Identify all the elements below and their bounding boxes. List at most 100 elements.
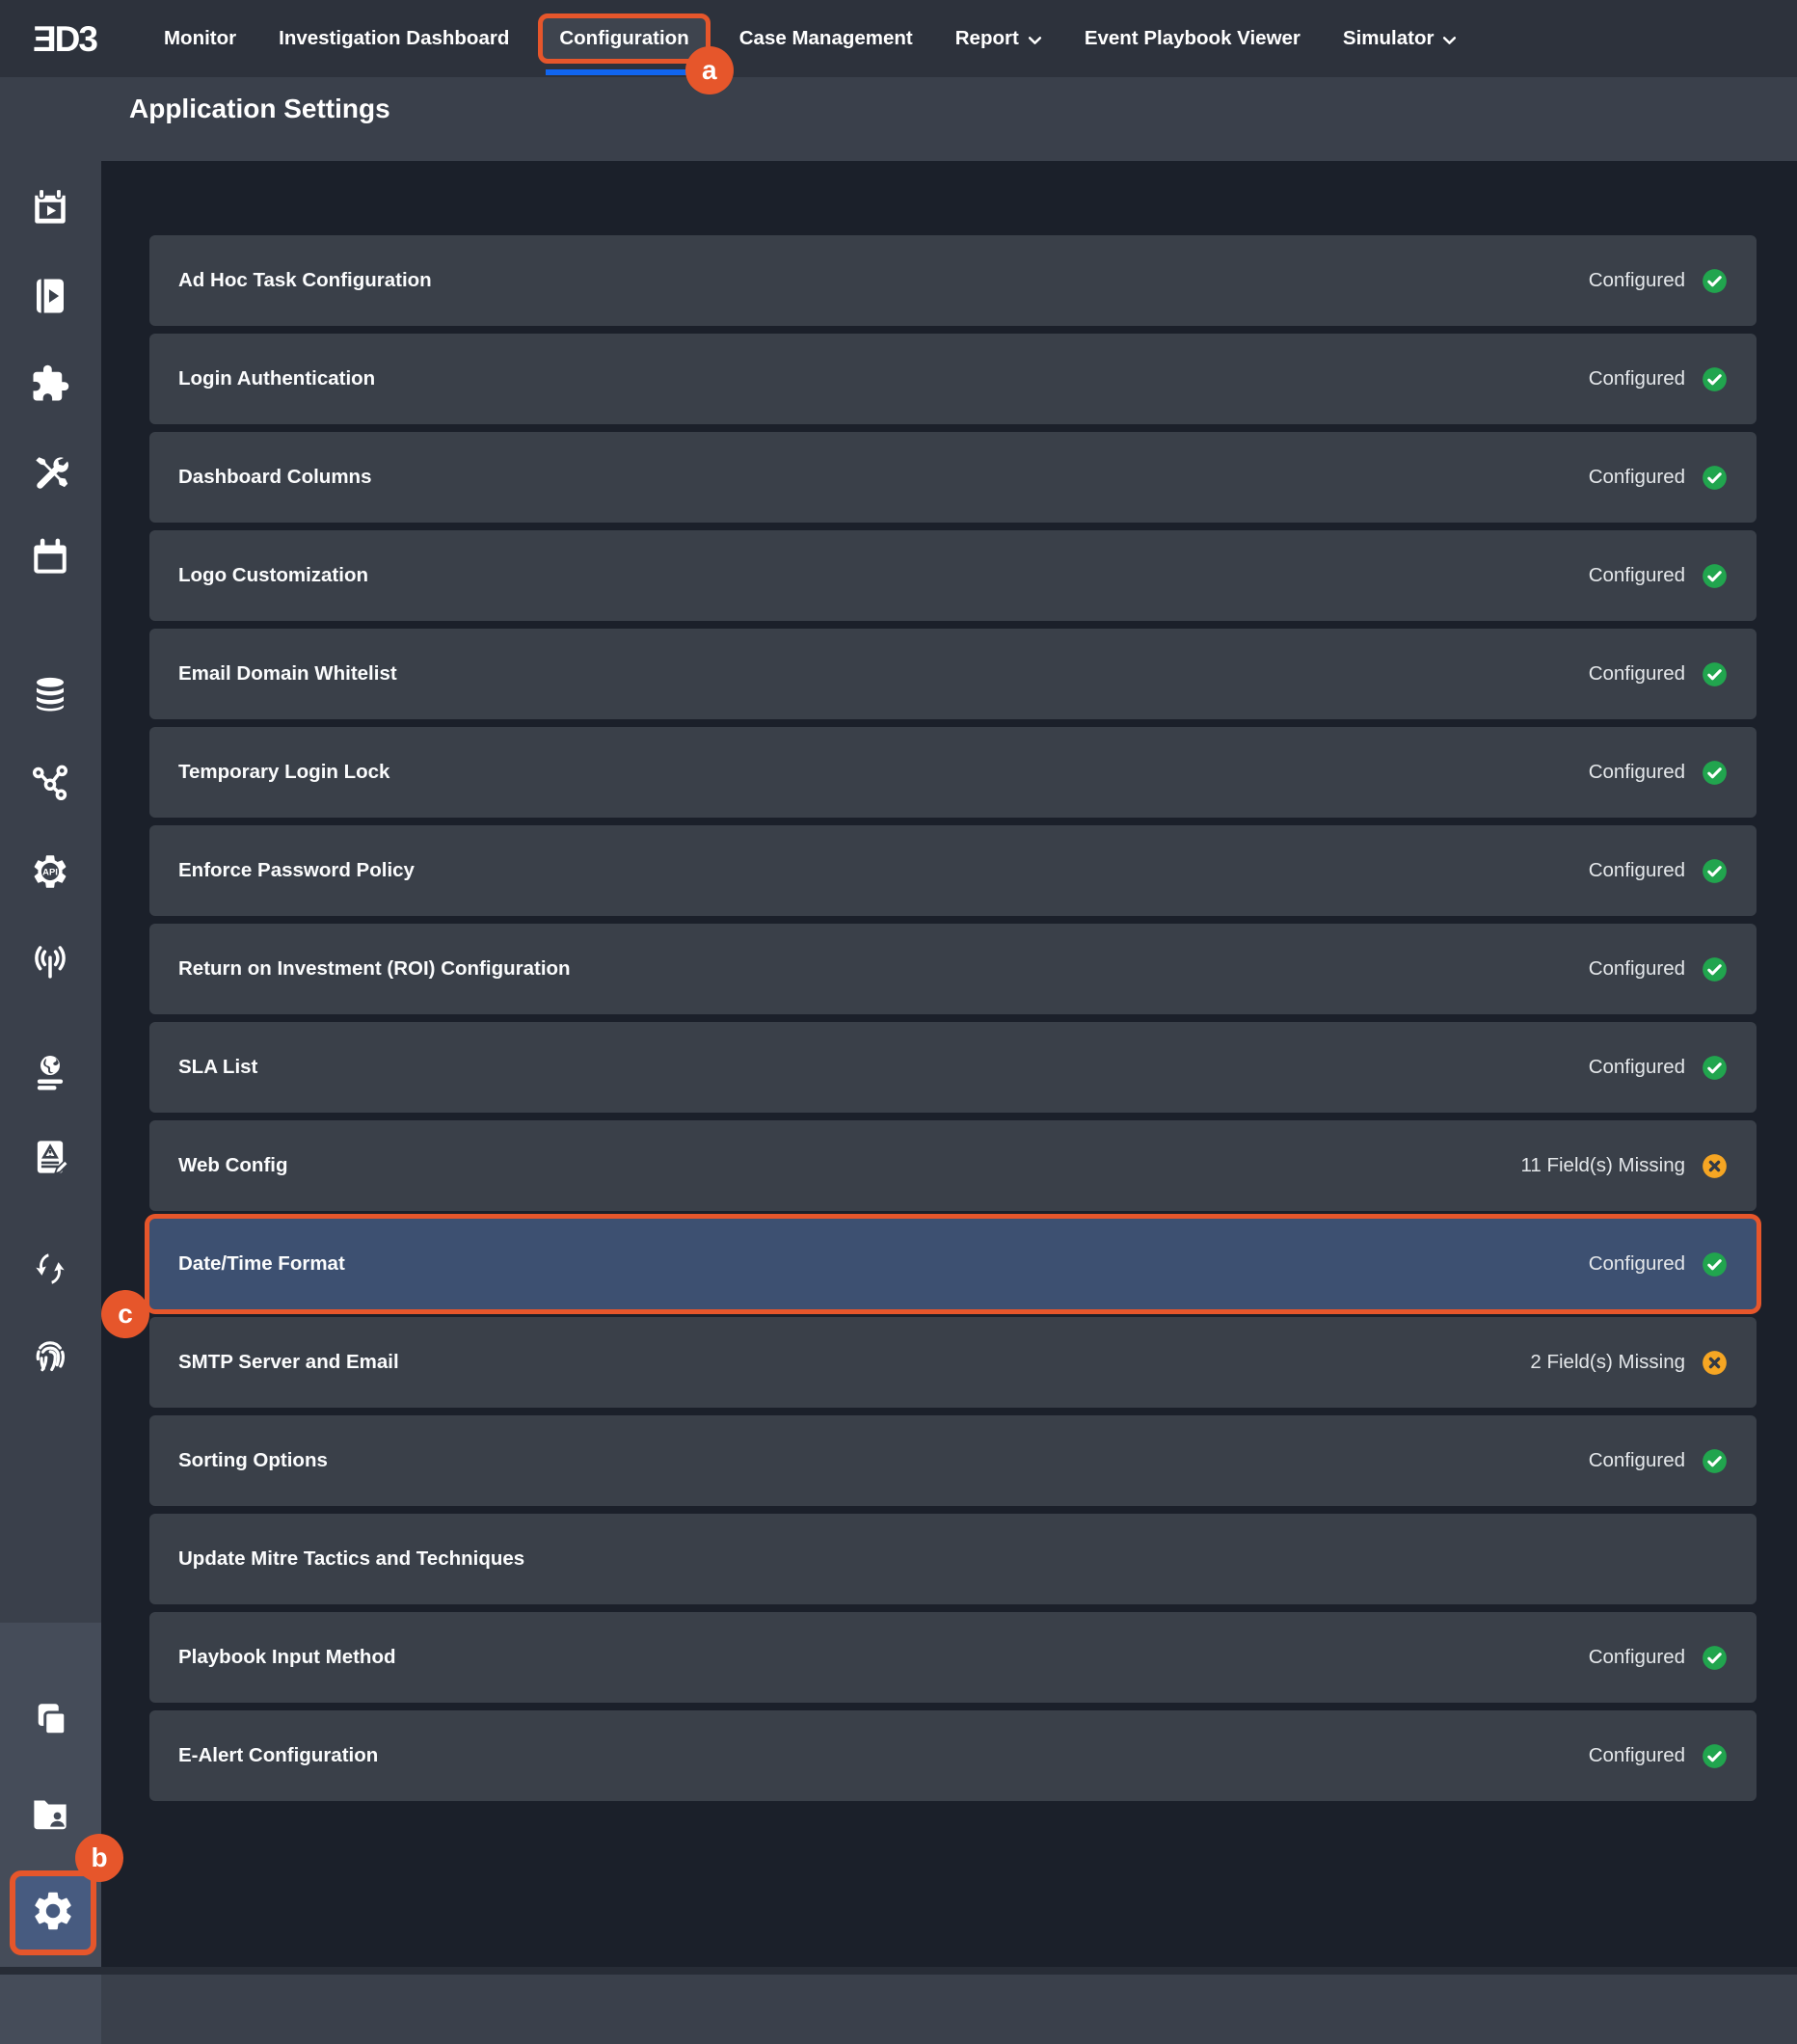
check-circle-icon xyxy=(1702,1055,1728,1081)
settings-row-e-alert-configuration[interactable]: E-Alert ConfigurationConfigured xyxy=(149,1710,1757,1801)
broadcast-icon[interactable] xyxy=(30,942,70,982)
settings-panel: Ad Hoc Task ConfigurationConfiguredLogin… xyxy=(101,161,1797,1967)
api-gear-icon[interactable]: API xyxy=(30,851,70,892)
nav-item-report[interactable]: Report xyxy=(934,27,1063,50)
calendar-icon[interactable] xyxy=(30,536,70,577)
copy-icon[interactable] xyxy=(30,1699,70,1739)
settings-row-dashboard-columns[interactable]: Dashboard ColumnsConfigured xyxy=(149,432,1757,523)
check-circle-icon xyxy=(1702,1251,1728,1278)
chevron-down-icon xyxy=(1442,36,1457,45)
status-text: Configured xyxy=(1589,1056,1685,1079)
nav-item-configuration[interactable]: Configuration xyxy=(538,13,710,64)
nav-item-event-playbook-viewer[interactable]: Event Playbook Viewer xyxy=(1063,27,1322,50)
settings-row-date-time-format[interactable]: Date/Time FormatConfiguredc xyxy=(149,1219,1757,1309)
status-text: 2 Field(s) Missing xyxy=(1530,1351,1685,1374)
status-badge: Configured xyxy=(1589,760,1728,786)
nav-item-monitor[interactable]: Monitor xyxy=(143,27,257,50)
annotation-badge-c: c xyxy=(101,1290,149,1338)
settings-row-label: Logo Customization xyxy=(178,564,368,587)
status-badge: Configured xyxy=(1589,268,1728,294)
check-circle-icon xyxy=(1702,661,1728,687)
check-circle-icon xyxy=(1702,1645,1728,1671)
status-badge: Configured xyxy=(1589,366,1728,392)
status-text: Configured xyxy=(1589,466,1685,489)
nav-item-investigation-dashboard[interactable]: Investigation Dashboard xyxy=(257,27,530,50)
nav-item-label: Case Management xyxy=(739,27,913,50)
settings-row-label: Return on Investment (ROI) Configuration xyxy=(178,957,571,981)
settings-row-sorting-options[interactable]: Sorting Options Configured xyxy=(149,1415,1757,1506)
settings-row-smtp-server-and-email[interactable]: SMTP Server and Email2 Field(s) Missing xyxy=(149,1317,1757,1408)
database-icon[interactable] xyxy=(30,674,70,714)
status-text: Configured xyxy=(1589,564,1685,587)
settings-row-logo-customization[interactable]: Logo Customization Configured xyxy=(149,530,1757,621)
settings-row-return-on-investment-roi-configuration[interactable]: Return on Investment (ROI) Configuration… xyxy=(149,924,1757,1014)
x-circle-icon xyxy=(1702,1350,1728,1376)
folder-user-icon[interactable] xyxy=(30,1793,70,1834)
share-nodes-icon[interactable] xyxy=(30,763,70,803)
check-circle-icon xyxy=(1702,268,1728,294)
puzzle-icon[interactable] xyxy=(30,363,70,404)
status-badge: Configured xyxy=(1589,956,1728,982)
settings-row-login-authentication[interactable]: Login AuthenticationConfigured xyxy=(149,334,1757,424)
top-navbar: ƎD3 Monitor Investigation Dashboard Config… xyxy=(0,0,1797,77)
status-text: Configured xyxy=(1589,1744,1685,1767)
status-badge: Configured xyxy=(1589,661,1728,687)
check-circle-icon xyxy=(1702,1743,1728,1769)
check-circle-icon xyxy=(1702,760,1728,786)
status-text: Configured xyxy=(1589,1646,1685,1669)
sync-icon[interactable] xyxy=(30,1249,70,1289)
settings-row-update-mitre-tactics-and-techniques[interactable]: Update Mitre Tactics and Techniques xyxy=(149,1514,1757,1604)
status-badge: Configured xyxy=(1589,1448,1728,1474)
check-circle-icon xyxy=(1702,465,1728,491)
settings-gear-highlight-box[interactable] xyxy=(10,1870,96,1955)
settings-row-email-domain-whitelist[interactable]: Email Domain Whitelist Configured xyxy=(149,629,1757,719)
status-badge: Configured xyxy=(1589,858,1728,884)
playbook-icon[interactable] xyxy=(30,276,70,316)
globe-settings-icon[interactable] xyxy=(30,1052,70,1092)
nav-item-simulator[interactable]: Simulator xyxy=(1322,27,1479,50)
nav-item-label: Simulator xyxy=(1343,27,1435,50)
settings-row-ad-hoc-task-configuration[interactable]: Ad Hoc Task Configuration Configured xyxy=(149,235,1757,326)
calendar-play-icon[interactable] xyxy=(30,187,70,228)
status-badge: Configured xyxy=(1589,1055,1728,1081)
settings-row-temporary-login-lock[interactable]: Temporary Login LockConfigured xyxy=(149,727,1757,818)
settings-row-playbook-input-method[interactable]: Playbook Input Method Configured xyxy=(149,1612,1757,1703)
status-text: Configured xyxy=(1589,662,1685,686)
nav-item-case-management[interactable]: Case Management xyxy=(718,27,934,50)
settings-row-label: Sorting Options xyxy=(178,1449,328,1472)
settings-row-label: Playbook Input Method xyxy=(178,1646,396,1669)
status-badge: Configured xyxy=(1589,465,1728,491)
svg-text:API: API xyxy=(42,867,58,877)
status-text: Configured xyxy=(1589,367,1685,390)
settings-row-label: Enforce Password Policy xyxy=(178,859,415,882)
check-circle-icon xyxy=(1702,956,1728,982)
status-text: Configured xyxy=(1589,269,1685,292)
status-badge: Configured xyxy=(1589,563,1728,589)
status-text: 11 Field(s) Missing xyxy=(1521,1154,1686,1177)
nav-item-configuration-active-wrap: Configurationa xyxy=(538,13,710,64)
settings-row-label: Web Config xyxy=(178,1154,288,1177)
status-badge: Configured xyxy=(1589,1251,1728,1278)
check-circle-icon xyxy=(1702,366,1728,392)
report-template-icon[interactable] xyxy=(30,1137,70,1177)
settings-row-label: Ad Hoc Task Configuration xyxy=(178,269,432,292)
page-title: Application Settings xyxy=(129,94,390,124)
settings-row-label: Email Domain Whitelist xyxy=(178,662,397,686)
d3-logo[interactable]: ƎD3 xyxy=(33,21,96,57)
settings-row-web-config[interactable]: Web Config 11 Field(s) Missing xyxy=(149,1120,1757,1211)
status-text: Configured xyxy=(1589,1252,1685,1276)
settings-row-enforce-password-policy[interactable]: Enforce Password Policy Configured xyxy=(149,825,1757,916)
check-circle-icon xyxy=(1702,858,1728,884)
chevron-down-icon xyxy=(1028,36,1042,45)
left-sidebar: API xyxy=(0,77,101,1975)
check-circle-icon xyxy=(1702,563,1728,589)
x-circle-icon xyxy=(1702,1153,1728,1179)
bottom-strip xyxy=(0,1967,1797,1975)
settings-row-label: Date/Time Format xyxy=(178,1252,345,1276)
fingerprint-icon[interactable] xyxy=(30,1335,70,1376)
nav-item-label: Report xyxy=(955,27,1019,50)
tools-icon[interactable] xyxy=(30,451,70,492)
nav-item-label: Monitor xyxy=(164,27,236,50)
settings-row-sla-list[interactable]: SLA ListConfigured xyxy=(149,1022,1757,1113)
status-badge: Configured xyxy=(1589,1645,1728,1671)
